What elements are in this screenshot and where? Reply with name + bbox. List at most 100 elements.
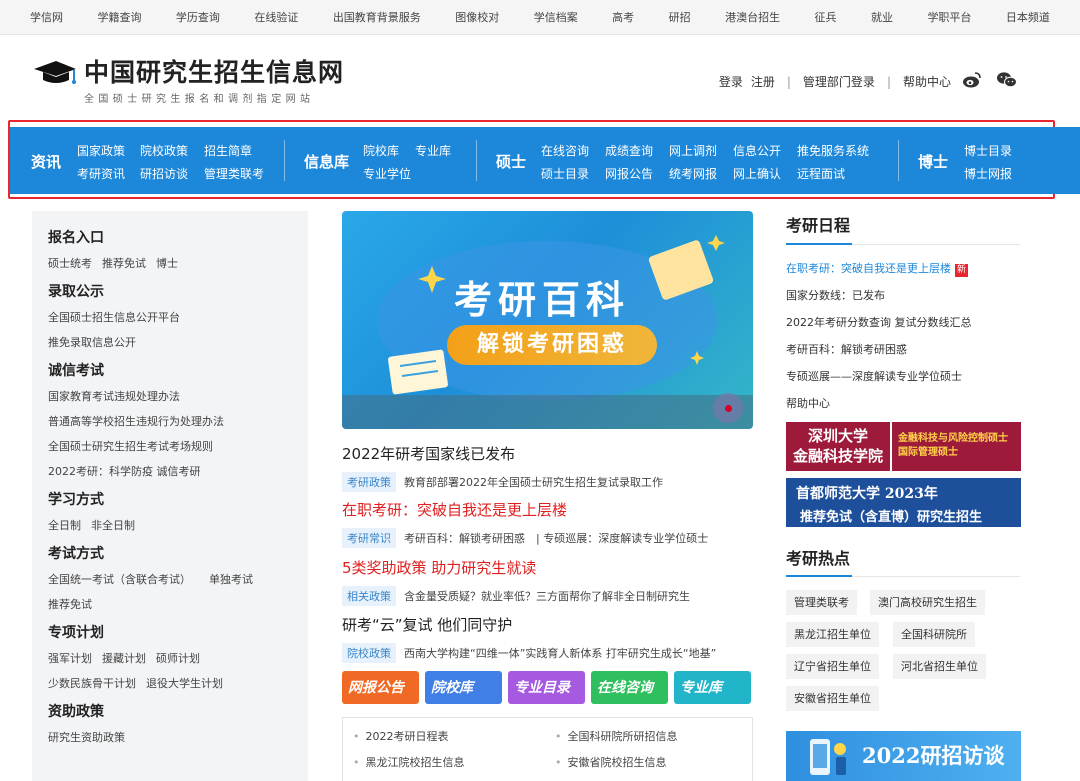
nav-category-shuoshi[interactable]: 硕士 xyxy=(496,151,526,172)
top-link[interactable]: 学历查询 xyxy=(176,9,220,25)
login-link[interactable]: 登录 xyxy=(719,73,743,90)
sidebar-link[interactable]: 全国统一考试（含联合考试） xyxy=(48,573,191,586)
quick-link[interactable]: 全国科研院所研招信息 xyxy=(555,728,678,744)
schedule-item[interactable]: 国家分数线：已发布 xyxy=(786,287,885,303)
top-link[interactable]: 学信网 xyxy=(30,9,63,25)
nav-link[interactable]: 推免服务系统 xyxy=(797,142,869,159)
sidebar-link[interactable]: 国家教育考试违规处理办法 xyxy=(48,390,180,403)
sidebar-link[interactable]: 强军计划 xyxy=(48,652,92,665)
carousel-indicator[interactable] xyxy=(713,393,743,423)
ad-shenzhen-university[interactable]: 深圳大学 金融科技学院 金融科技与风险控制硕士 国际管理硕士 xyxy=(786,422,1021,471)
nav-link[interactable]: 网上调剂 xyxy=(669,142,717,159)
ad-interview-banner[interactable]: 2022研招访谈 xyxy=(786,731,1021,781)
sidebar-link[interactable]: 全国硕士研究生招生考试考场规则 xyxy=(48,440,213,453)
ad-capital-normal-university[interactable]: 首都师范大学 2023年 推荐免试（含直博）研究生招生 xyxy=(786,478,1021,527)
sidebar-link[interactable]: 非全日制 xyxy=(91,519,135,532)
carousel-dot[interactable] xyxy=(725,405,732,412)
nav-link[interactable]: 远程面试 xyxy=(797,165,845,182)
hot-tag[interactable]: 管理类联考 xyxy=(786,590,857,615)
schedule-item[interactable]: 专硕巡展——深度解读专业学位硕士 xyxy=(786,368,962,384)
sidebar-link[interactable]: 全日制 xyxy=(48,519,81,532)
top-link[interactable]: 图像校对 xyxy=(455,9,499,25)
nav-category-zixun[interactable]: 资讯 xyxy=(31,151,61,172)
nav-link[interactable]: 成绩查询 xyxy=(605,142,653,159)
news-tag[interactable]: 考研常识 xyxy=(342,528,396,548)
top-link[interactable]: 征兵 xyxy=(815,9,837,25)
sidebar-link[interactable]: 全国硕士招生信息公开平台 xyxy=(48,311,180,324)
register-link[interactable]: 注册 xyxy=(751,73,775,90)
nav-link[interactable]: 专业学位 xyxy=(363,165,411,182)
admin-login-link[interactable]: 管理部门登录 xyxy=(803,73,875,90)
hot-tag[interactable]: 安徽省招生单位 xyxy=(786,686,879,711)
nav-link[interactable]: 博士目录 xyxy=(964,142,1012,159)
quick-link[interactable]: 2022考研日程表 xyxy=(353,728,449,744)
top-link[interactable]: 就业 xyxy=(871,9,893,25)
top-link[interactable]: 出国教育背景服务 xyxy=(333,9,421,25)
schedule-item[interactable]: 在职考研：突破自我还是更上层楼新 xyxy=(786,260,969,277)
nav-link[interactable]: 统考网报 xyxy=(669,165,717,182)
quick-link[interactable]: 安徽省院校招生信息 xyxy=(555,754,667,770)
nav-link[interactable]: 国家政策 xyxy=(77,142,125,159)
top-link[interactable]: 学信档案 xyxy=(534,9,578,25)
sidebar-link[interactable]: 推荐免试 xyxy=(102,257,146,270)
news-tag[interactable]: 院校政策 xyxy=(342,643,396,663)
tile-wangbao[interactable]: 网报公告 xyxy=(342,671,419,704)
news-sub-link[interactable]: 西南大学构建“四维一体”实践育人新体系 打牢研究生成长“地基” xyxy=(404,645,716,661)
news-sub-link[interactable]: 含金量受质疑？就业率低？三方面帮你了解非全日制研究生 xyxy=(404,588,690,604)
nav-link[interactable]: 专业库 xyxy=(415,142,451,159)
sidebar-link[interactable]: 退役大学生计划 xyxy=(146,677,223,690)
top-link[interactable]: 港澳台招生 xyxy=(725,9,780,25)
wechat-icon[interactable] xyxy=(996,71,1018,89)
nav-link[interactable]: 管理类联考 xyxy=(204,165,264,182)
news-tag[interactable]: 考研政策 xyxy=(342,472,396,492)
nav-link[interactable]: 博士网报 xyxy=(964,165,1012,182)
news-sub-link[interactable]: 教育部部署2022年全国硕士研究生招生复试录取工作 xyxy=(404,474,663,490)
nav-link[interactable]: 研招访谈 xyxy=(140,165,188,182)
sidebar-link[interactable]: 硕师计划 xyxy=(156,652,200,665)
schedule-item[interactable]: 帮助中心 xyxy=(786,395,830,411)
top-link[interactable]: 学职平台 xyxy=(927,9,971,25)
tile-yuanxiaoku[interactable]: 院校库 xyxy=(425,671,502,704)
help-link[interactable]: 帮助中心 xyxy=(903,73,951,90)
schedule-link[interactable]: 在职考研：突破自我还是更上层楼 xyxy=(786,262,951,275)
nav-link[interactable]: 网报公告 xyxy=(605,165,653,182)
tile-zhuanyeku[interactable]: 专业库 xyxy=(674,671,751,704)
sidebar-link[interactable]: 推免录取信息公开 xyxy=(48,336,136,349)
sidebar-link[interactable]: 单独考试 xyxy=(209,573,253,586)
quick-link[interactable]: 黑龙江院校招生信息 xyxy=(353,754,465,770)
news-headline[interactable]: 在职考研：突破自我还是更上层楼 xyxy=(342,499,762,520)
nav-link[interactable]: 考研资讯 xyxy=(77,165,125,182)
site-logo[interactable]: 中国研究生招生信息网 全国硕士研究生报名和调剂指定网站 xyxy=(32,59,344,105)
tile-zaixian-zixun[interactable]: 在线咨询 xyxy=(591,671,668,704)
top-link[interactable]: 高考 xyxy=(612,9,634,25)
schedule-item[interactable]: 考研百科：解锁考研困惑 xyxy=(786,341,907,357)
sidebar-link[interactable]: 硕士统考 xyxy=(48,257,92,270)
sidebar-link[interactable]: 博士 xyxy=(156,257,178,270)
news-headline[interactable]: 5类奖助政策 助力研究生就读 xyxy=(342,557,762,578)
schedule-item[interactable]: 2022年考研分数查询 复试分数线汇总 xyxy=(786,314,972,330)
tile-zhuanye-mulu[interactable]: 专业目录 xyxy=(508,671,585,704)
nav-link[interactable]: 信息公开 xyxy=(733,142,781,159)
nav-link[interactable]: 院校库 xyxy=(363,142,399,159)
sidebar-link[interactable]: 推荐免试 xyxy=(48,598,92,611)
news-headline[interactable]: 研考“云”复试 他们同守护 xyxy=(342,614,762,635)
news-sub-link[interactable]: 考研百科：解锁考研困惑 | 专硕巡展：深度解读专业学位硕士 xyxy=(404,530,708,546)
top-link[interactable]: 日本频道 xyxy=(1006,9,1050,25)
nav-link[interactable]: 硕士目录 xyxy=(541,165,589,182)
nav-link[interactable]: 网上确认 xyxy=(733,165,781,182)
nav-category-xinxiku[interactable]: 信息库 xyxy=(304,151,349,172)
top-link[interactable]: 学籍查询 xyxy=(97,9,141,25)
news-headline[interactable]: 2022年研考国家线已发布 xyxy=(342,443,762,464)
nav-link[interactable]: 在线咨询 xyxy=(541,142,589,159)
news-tag[interactable]: 相关政策 xyxy=(342,586,396,606)
top-link[interactable]: 在线验证 xyxy=(254,9,298,25)
sidebar-link[interactable]: 援藏计划 xyxy=(102,652,146,665)
hot-tag[interactable]: 河北省招生单位 xyxy=(893,654,986,679)
weibo-icon[interactable] xyxy=(962,71,982,89)
top-link[interactable]: 研招 xyxy=(669,9,691,25)
sidebar-link[interactable]: 普通高等学校招生违规行为处理办法 xyxy=(48,415,224,428)
sidebar-link[interactable]: 2022考研：科学防疫 诚信考研 xyxy=(48,465,201,478)
nav-link[interactable]: 院校政策 xyxy=(140,142,188,159)
sidebar-link[interactable]: 研究生资助政策 xyxy=(48,731,125,744)
hot-tag[interactable]: 澳门高校研究生招生 xyxy=(870,590,985,615)
